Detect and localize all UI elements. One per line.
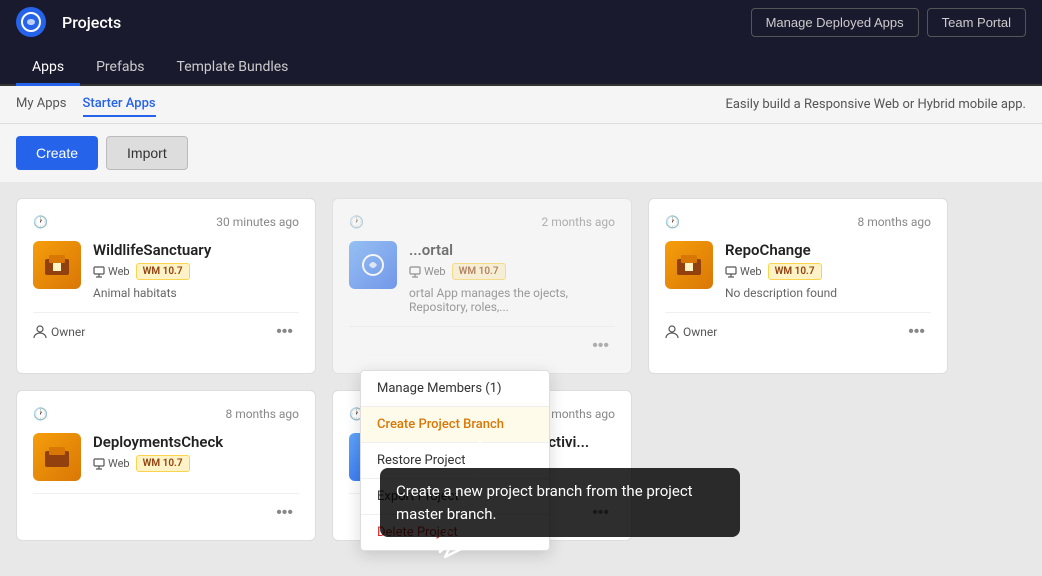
card-wildlife-info: WildlifeSanctuary Web WM 10.7 Animal hab… bbox=[93, 241, 299, 300]
card-deploymentscheck-time: 8 months ago bbox=[225, 407, 299, 421]
sub-nav-left: My Apps Starter Apps bbox=[16, 92, 156, 117]
card-wildlife-more-btn[interactable]: ••• bbox=[270, 321, 299, 343]
card-wildlife-title: WildlifeSanctuary bbox=[93, 241, 299, 259]
clock-icon-4: 🕐 bbox=[33, 407, 48, 421]
card-repochange-icon bbox=[665, 241, 713, 289]
import-button[interactable]: Import bbox=[106, 136, 188, 170]
sub-nav-my-apps[interactable]: My Apps bbox=[16, 92, 67, 117]
card-deploymentscheck: 🕐 8 months ago DeploymentsCheck Web WM 1… bbox=[16, 390, 316, 541]
tab-apps[interactable]: Apps bbox=[16, 51, 80, 86]
card-portal-desc: ortal App manages the ojects, Repository… bbox=[409, 286, 615, 314]
project-title: Projects bbox=[62, 13, 121, 32]
card-deploymentscheck-body: DeploymentsCheck Web WM 10.7 bbox=[33, 433, 299, 481]
card-portal-badge: WM 10.7 bbox=[452, 263, 506, 280]
card-deploymentscheck-header: 🕐 8 months ago bbox=[33, 407, 299, 421]
clock-icon-3: 🕐 bbox=[665, 215, 680, 229]
card-repochange-info: RepoChange Web WM 10.7 No description fo… bbox=[725, 241, 931, 300]
card-wildlife-icon bbox=[33, 241, 81, 289]
tooltip-text: Create a new project branch from the pro… bbox=[396, 482, 693, 523]
card-portal-footer: ••• bbox=[349, 326, 615, 357]
card-portal-platform: Web bbox=[409, 265, 446, 278]
card-repochange-time: 8 months ago bbox=[857, 215, 931, 229]
card-repochange-meta: Web WM 10.7 bbox=[725, 263, 931, 280]
card-portal-body: ...ortal Web WM 10.7 ortal App manages t… bbox=[349, 241, 615, 314]
card-deploymentscheck-footer: ••• bbox=[33, 493, 299, 524]
sub-nav-starter-apps[interactable]: Starter Apps bbox=[83, 92, 156, 117]
sub-nav: My Apps Starter Apps Easily build a Resp… bbox=[0, 86, 1042, 124]
card-portal-header: 🕐 2 months ago bbox=[349, 215, 615, 229]
tooltip-bubble: Create a new project branch from the pro… bbox=[380, 468, 740, 537]
card-testproject-time: 8 months ago bbox=[541, 407, 615, 421]
card-repochange: 🕐 8 months ago RepoChange Web WM 10.7 No… bbox=[648, 198, 948, 374]
manage-deployed-btn[interactable]: Manage Deployed Apps bbox=[751, 8, 919, 37]
app-logo bbox=[16, 7, 46, 37]
card-wildlife-meta: Web WM 10.7 bbox=[93, 263, 299, 280]
card-repochange-title: RepoChange bbox=[725, 241, 931, 259]
card-deploymentscheck-more-btn[interactable]: ••• bbox=[270, 502, 299, 524]
card-wildlife-time: 30 minutes ago bbox=[216, 215, 299, 229]
menu-create-branch[interactable]: Create Project Branch bbox=[361, 407, 549, 442]
top-right-buttons: Manage Deployed Apps Team Portal bbox=[751, 8, 1026, 37]
card-wildlife-footer: Owner ••• bbox=[33, 312, 299, 343]
card-wildlife-badge: WM 10.7 bbox=[136, 263, 190, 280]
card-portal-icon bbox=[349, 241, 397, 289]
card-wildlife-platform: Web bbox=[93, 265, 130, 278]
card-wildlife-owner: Owner bbox=[33, 325, 85, 339]
card-repochange-more-btn[interactable]: ••• bbox=[902, 321, 931, 343]
tab-template-bundles[interactable]: Template Bundles bbox=[161, 51, 305, 86]
card-deploymentscheck-badge: WM 10.7 bbox=[136, 455, 190, 472]
card-portal-time: 2 months ago bbox=[541, 215, 615, 229]
card-wildlife: 🕐 30 minutes ago WildlifeSanctuary Web W… bbox=[16, 198, 316, 374]
toolbar: Create Import bbox=[0, 124, 1042, 182]
card-wildlife-desc: Animal habitats bbox=[93, 286, 299, 300]
clock-icon-2: 🕐 bbox=[349, 215, 364, 229]
card-repochange-badge: WM 10.7 bbox=[768, 263, 822, 280]
card-repochange-header: 🕐 8 months ago bbox=[665, 215, 931, 229]
card-repochange-platform: Web bbox=[725, 265, 762, 278]
card-portal-meta: Web WM 10.7 bbox=[409, 263, 615, 280]
card-repochange-footer: Owner ••• bbox=[665, 312, 931, 343]
clock-icon: 🕐 bbox=[33, 215, 48, 229]
card-repochange-desc: No description found bbox=[725, 286, 931, 300]
tab-prefabs[interactable]: Prefabs bbox=[80, 51, 160, 86]
card-portal-more-btn[interactable]: ••• bbox=[586, 335, 615, 357]
card-wildlife-header: 🕐 30 minutes ago bbox=[33, 215, 299, 229]
card-deploymentscheck-icon bbox=[33, 433, 81, 481]
team-portal-btn[interactable]: Team Portal bbox=[927, 8, 1026, 37]
create-button[interactable]: Create bbox=[16, 136, 98, 170]
card-deploymentscheck-info: DeploymentsCheck Web WM 10.7 bbox=[93, 433, 299, 478]
card-deploymentscheck-meta: Web WM 10.7 bbox=[93, 455, 299, 472]
card-portal-title: ...ortal bbox=[409, 241, 615, 259]
card-portal: 🕐 2 months ago ...ortal Web WM 10.7 orta… bbox=[332, 198, 632, 374]
nav-tabs: Apps Prefabs Template Bundles bbox=[0, 44, 1042, 86]
menu-manage-members[interactable]: Manage Members (1) bbox=[361, 371, 549, 406]
card-repochange-body: RepoChange Web WM 10.7 No description fo… bbox=[665, 241, 931, 300]
card-wildlife-body: WildlifeSanctuary Web WM 10.7 Animal hab… bbox=[33, 241, 299, 300]
sub-nav-description: Easily build a Responsive Web or Hybrid … bbox=[725, 97, 1026, 112]
content-area: 🕐 30 minutes ago WildlifeSanctuary Web W… bbox=[0, 182, 1042, 557]
card-portal-info: ...ortal Web WM 10.7 ortal App manages t… bbox=[409, 241, 615, 314]
card-deploymentscheck-platform: Web bbox=[93, 457, 130, 470]
card-deploymentscheck-title: DeploymentsCheck bbox=[93, 433, 299, 451]
top-bar: Projects Manage Deployed Apps Team Porta… bbox=[0, 0, 1042, 44]
card-repochange-owner: Owner bbox=[665, 325, 717, 339]
